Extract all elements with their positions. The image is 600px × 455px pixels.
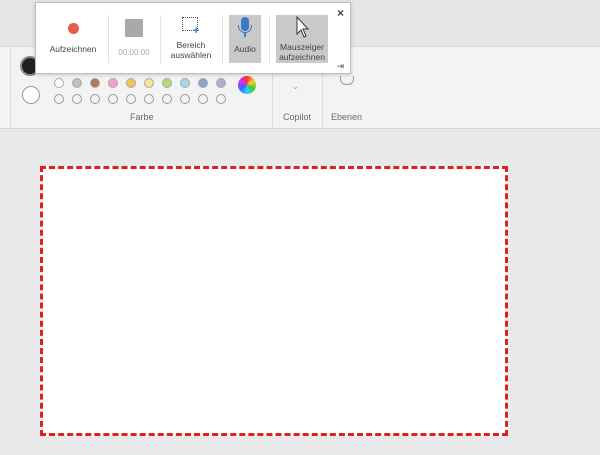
- recording-timer: 00:00:00: [118, 48, 150, 57]
- color-swatch[interactable]: [126, 78, 136, 88]
- stop-button[interactable]: 00:00:00: [114, 13, 154, 65]
- current-color-secondary[interactable]: [22, 86, 40, 104]
- color-swatch[interactable]: [54, 78, 64, 88]
- toolbar-separator: [269, 15, 270, 63]
- color-swatch[interactable]: [198, 94, 208, 104]
- select-area-button[interactable]: + Bereich auswählen: [168, 13, 214, 65]
- color-swatch[interactable]: [144, 78, 154, 88]
- color-swatch[interactable]: [180, 94, 190, 104]
- color-swatch[interactable]: [162, 78, 172, 88]
- color-swatch[interactable]: [216, 94, 226, 104]
- stop-icon: [125, 19, 143, 37]
- layers-icon[interactable]: [340, 76, 354, 85]
- group-separator: [10, 48, 11, 128]
- color-swatch[interactable]: [54, 94, 64, 104]
- color-swatch[interactable]: [72, 78, 82, 88]
- pin-icon[interactable]: ⇥: [336, 61, 344, 72]
- color-swatch[interactable]: [72, 94, 82, 104]
- color-swatch[interactable]: [216, 78, 226, 88]
- microphone-stand: [238, 25, 252, 33]
- color-swatch[interactable]: [144, 94, 154, 104]
- screen-recorder-toolbar: Aufzeichnen 00:00:00 + Bereich auswählen…: [35, 2, 351, 74]
- audio-label: Audio: [234, 44, 256, 54]
- color-swatch[interactable]: [126, 94, 136, 104]
- record-mouse-pointer-label: Mauszeiger aufzeichnen: [279, 42, 325, 62]
- plus-icon: +: [193, 25, 200, 37]
- group-label-ebenen: Ebenen: [331, 112, 363, 122]
- copilot-dropdown-icon[interactable]: ⌄: [292, 82, 299, 91]
- color-swatch[interactable]: [108, 94, 118, 104]
- color-wheel-icon[interactable]: [238, 76, 256, 94]
- toolbar-separator: [222, 15, 223, 63]
- color-swatch[interactable]: [180, 78, 190, 88]
- record-mouse-pointer-button[interactable]: Mauszeiger aufzeichnen: [276, 15, 328, 63]
- color-swatch[interactable]: [90, 78, 100, 88]
- record-icon: [68, 23, 79, 34]
- group-label-farbe: Farbe: [130, 112, 154, 122]
- group-label-copilot: Copilot: [283, 112, 312, 122]
- select-area-label: Bereich auswählen: [170, 40, 212, 60]
- toolbar-separator: [160, 15, 161, 63]
- record-button[interactable]: Aufzeichnen: [46, 13, 100, 65]
- color-swatch[interactable]: [108, 78, 118, 88]
- record-label: Aufzeichnen: [49, 44, 97, 54]
- color-swatch[interactable]: [90, 94, 100, 104]
- color-swatch[interactable]: [198, 78, 208, 88]
- close-icon[interactable]: ×: [337, 7, 344, 19]
- toolbar-separator: [108, 15, 109, 63]
- microphone-base: [244, 33, 246, 37]
- recording-area-selection[interactable]: [40, 166, 508, 436]
- color-swatch[interactable]: [162, 94, 172, 104]
- audio-toggle-button[interactable]: Audio: [229, 15, 261, 63]
- mouse-pointer-icon: [296, 15, 310, 38]
